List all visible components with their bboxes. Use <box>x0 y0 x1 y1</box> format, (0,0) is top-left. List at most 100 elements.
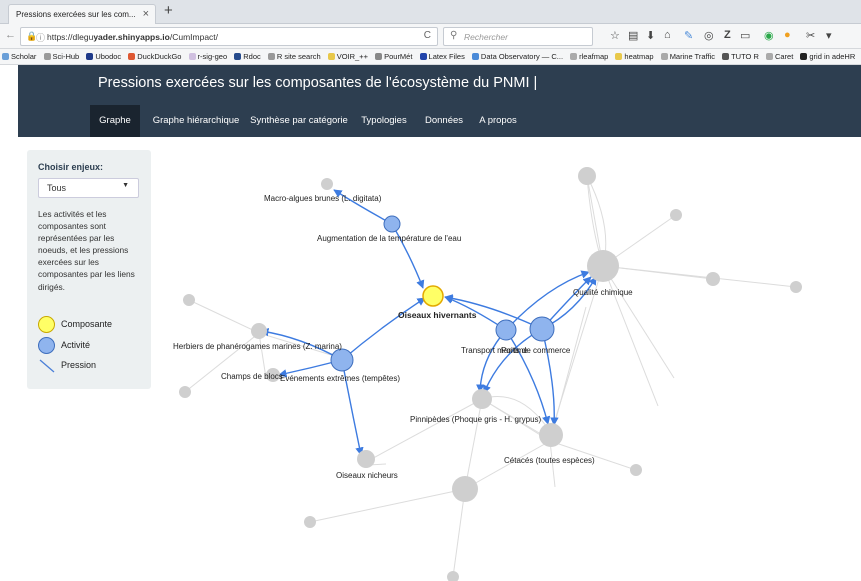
bookmark-item[interactable]: Sci-Hub <box>43 52 79 61</box>
node-evenements-extremes[interactable] <box>330 348 354 372</box>
enjeux-select[interactable]: Tous ▼ <box>38 178 139 198</box>
label-pinnipedes: Pinnipèdes (Phoque gris - H. grypus) <box>410 415 542 424</box>
bookmark-label: TUTO R <box>731 52 759 61</box>
bookmark-item[interactable]: heatmap <box>615 52 654 61</box>
search-input[interactable]: ⚲ Rechercher <box>443 27 593 46</box>
select-label: Choisir enjeux: <box>38 162 104 172</box>
tab-synthese[interactable]: Synthèse par catégorie <box>250 105 348 137</box>
select-value: Tous <box>47 183 67 193</box>
bookmark-item[interactable]: TUTO R <box>722 52 759 61</box>
node-bottom[interactable] <box>452 476 478 502</box>
node-ports-de-commerce[interactable] <box>529 316 555 342</box>
tab-strip: Pressions exercées sur les com... × + <box>0 0 861 25</box>
node-oiseaux-hivernants[interactable] <box>422 285 444 307</box>
tab-graphe-hierarchique[interactable]: Graphe hiérarchique <box>150 105 242 137</box>
home-icon[interactable]: ⌂ <box>664 29 671 41</box>
bookmark-favicon-icon <box>188 53 196 60</box>
bookmark-label: Marine Traffic <box>669 52 715 61</box>
search-icon: ⚲ <box>450 30 458 41</box>
bookmark-label: grid in adeHR <box>809 52 856 61</box>
bookmark-label: rleafmap <box>579 52 609 61</box>
url-prefix: https://dlegu <box>47 32 94 42</box>
bookmark-item[interactable]: r-sig-geo <box>188 52 228 61</box>
bookmark-favicon-icon <box>2 53 9 60</box>
orange-extension-icon[interactable]: ● <box>784 29 791 41</box>
bookmark-item[interactable]: rleafmap <box>570 52 608 61</box>
bookmark-label: r-sig-geo <box>197 52 228 61</box>
sync-icon[interactable]: ◉ <box>764 29 774 42</box>
network-graph[interactable]: Macro-algues brunes (L. digitata) Augmen… <box>151 137 861 581</box>
tools-icon[interactable]: ✂ <box>806 29 815 42</box>
bookmark-item[interactable]: VOIR_++ <box>327 52 368 61</box>
bookmark-label: PourMét <box>384 52 413 61</box>
page-title: Pressions exercées sur les composantes d… <box>98 75 538 91</box>
bookmark-item[interactable]: Ubodoc <box>86 52 121 61</box>
tab-a-propos[interactable]: A propos <box>474 105 522 137</box>
addon-icon[interactable]: ◎ <box>704 29 714 42</box>
reading-list-icon[interactable]: ▤ <box>628 29 638 42</box>
bookmark-item[interactable]: Marine Traffic <box>660 52 715 61</box>
node[interactable] <box>447 571 459 581</box>
chevron-down-icon: ▼ <box>122 182 129 189</box>
node-temperature[interactable] <box>383 215 401 233</box>
close-icon[interactable]: × <box>143 8 149 20</box>
download-icon[interactable]: ⬇ <box>646 29 655 42</box>
bookmark-favicon-icon <box>375 53 383 60</box>
pression-arrow-icon <box>39 359 55 373</box>
bookmark-favicon-icon <box>570 53 578 60</box>
tab-donnees[interactable]: Données <box>420 105 468 137</box>
node[interactable] <box>670 209 682 221</box>
bookmark-item[interactable]: grid in adeHR <box>800 52 855 61</box>
node-cetaces[interactable] <box>539 423 563 447</box>
bookmark-item[interactable]: R site search <box>267 52 321 61</box>
back-icon[interactable]: ← <box>5 29 16 41</box>
app-header: Pressions exercées sur les composantes d… <box>18 65 861 137</box>
bookmark-item[interactable]: Scholar <box>2 52 36 61</box>
bookmark-item[interactable]: DuckDuckGo <box>128 52 181 61</box>
zotero-icon[interactable]: Z <box>724 29 731 41</box>
legend-label: Pression <box>61 360 97 370</box>
menu-icon[interactable]: ▾ <box>826 29 832 42</box>
label-ports-de-commerce: Ports de commerce <box>501 346 571 355</box>
url-bar[interactable]: ⓘ 🔒 https://dleguyader.shinyapps.io/CumI… <box>20 27 438 46</box>
info-icon[interactable]: ⓘ <box>36 31 45 44</box>
activite-circle-icon <box>38 337 55 354</box>
bookmark-favicon-icon <box>128 53 136 60</box>
search-placeholder: Rechercher <box>464 32 508 42</box>
page-icon[interactable]: ▭ <box>740 29 750 42</box>
bookmark-label: Data Observatory — C... <box>480 52 564 61</box>
browser-window: Pressions exercées sur les com... × + ← … <box>0 0 861 581</box>
bookmark-item[interactable]: Rdoc <box>234 52 261 61</box>
node-transport-maritime[interactable] <box>495 319 517 341</box>
node-top-right[interactable] <box>578 167 596 185</box>
node-oiseaux-nicheurs[interactable] <box>357 450 375 468</box>
bookmark-item[interactable]: Latex Files <box>419 52 465 61</box>
node-macro-algues[interactable] <box>321 178 333 190</box>
lock-icon: 🔒 <box>26 31 38 41</box>
tab-typologies[interactable]: Typologies <box>354 105 414 137</box>
tab-graphe[interactable]: Graphe <box>90 105 140 137</box>
node[interactable] <box>183 294 195 306</box>
bookmark-item[interactable]: Caret <box>765 52 793 61</box>
bookmark-item[interactable]: PourMét <box>375 52 412 61</box>
label-qualite-chimique: Qualité chimique <box>573 288 633 297</box>
browser-tab[interactable]: Pressions exercées sur les com... × <box>8 4 156 25</box>
bookmark-favicon-icon <box>722 53 730 60</box>
star-icon[interactable]: ☆ <box>610 29 620 42</box>
node[interactable] <box>706 272 720 286</box>
bookmark-favicon-icon <box>615 53 623 60</box>
extension-icon[interactable]: ✎ <box>684 29 693 42</box>
node-pinnipedes[interactable] <box>472 389 492 409</box>
node[interactable] <box>630 464 642 476</box>
url-domain: yader.shinyapps.io <box>93 32 170 42</box>
bookmark-label: DuckDuckGo <box>137 52 182 61</box>
bookmark-item[interactable]: Data Observatory — C... <box>471 52 564 61</box>
new-tab-icon[interactable]: + <box>164 2 173 19</box>
node-herbiers[interactable] <box>251 323 267 339</box>
node[interactable] <box>179 386 191 398</box>
node[interactable] <box>790 281 802 293</box>
reload-icon[interactable]: C <box>424 30 431 41</box>
bookmark-label: R site search <box>276 52 321 61</box>
node[interactable] <box>304 516 316 528</box>
node-qualite-chimique[interactable] <box>587 250 619 282</box>
